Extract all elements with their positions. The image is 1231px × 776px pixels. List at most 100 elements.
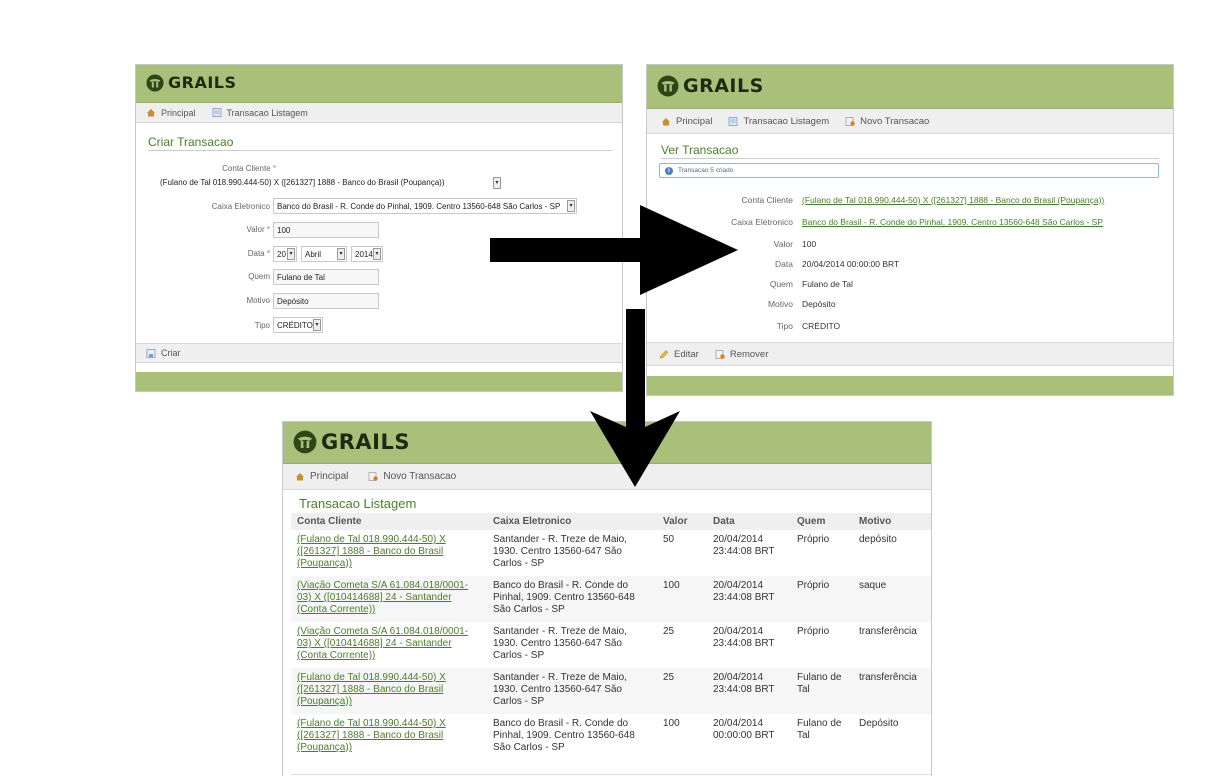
nav-transacao-listagem[interactable]: Transacao Listagem: [212, 108, 308, 118]
table-cell-data: 20/04/2014 23:44:08 BRT: [707, 576, 791, 622]
navbar: Principal Transacao Listagem: [136, 103, 622, 123]
table-cell-caixa: Santander - R. Treze de Maio, 1930. Cent…: [487, 530, 657, 576]
show-field-value[interactable]: Banco do Brasil - R. Conde do Pinhal, 19…: [802, 217, 1103, 227]
button-bar: Criar: [136, 343, 622, 363]
table-cell-motivo: Depósito: [853, 714, 931, 760]
table-cell-valor: 25: [657, 622, 707, 668]
year-dropdown-icon[interactable]: ▾: [373, 248, 381, 260]
table-cell-quem: Próprio: [791, 530, 853, 576]
month-dropdown-icon[interactable]: ▾: [337, 248, 345, 260]
tipo-dropdown-icon[interactable]: ▾: [313, 319, 321, 331]
title-rule: [148, 150, 612, 151]
criar-button[interactable]: Criar: [146, 348, 181, 358]
grails-logo-icon: [657, 75, 679, 97]
column-header-data[interactable]: Data: [707, 513, 791, 530]
table-cell-valor: 100: [657, 714, 707, 760]
delete-icon: [715, 349, 725, 359]
conta-cliente-value: (Fulano de Tal 018.990.444-50) X ([26132…: [160, 178, 445, 187]
title-rule: [661, 158, 1159, 159]
show-field-label: Data: [775, 259, 793, 269]
brand-name: GRAILS: [683, 75, 764, 97]
month-select[interactable]: Abril ▾: [301, 246, 347, 262]
show-field-value: 100: [802, 239, 817, 249]
quem-input[interactable]: Fulano de Tal: [273, 269, 379, 285]
show-field-label: Caixa Eletronico: [731, 217, 793, 227]
remover-button[interactable]: Remover: [715, 349, 768, 360]
table-cell-quem: Próprio: [791, 576, 853, 622]
quem-label: Quem: [248, 272, 270, 281]
nav-transacao-listagem[interactable]: Transacao Listagem: [728, 116, 829, 127]
table-row: (Viação Cometa S/A 61.084.018/0001-03) X…: [291, 622, 931, 668]
criar-button-label: Criar: [161, 348, 181, 358]
message-box: i Transacao 5 criado: [659, 163, 1159, 178]
table-cell-conta[interactable]: (Fulano de Tal 018.990.444-50) X ([26132…: [291, 530, 487, 576]
conta-cliente-dropdown-icon[interactable]: ▾: [493, 177, 501, 189]
motivo-input[interactable]: Depósito: [273, 293, 379, 309]
column-header-valor[interactable]: Valor: [657, 513, 707, 530]
table-bottom-rule: [291, 774, 931, 775]
list-icon: [728, 116, 738, 126]
tipo-select[interactable]: CRÉDITO ▾: [273, 317, 323, 333]
column-header-quem[interactable]: Quem: [791, 513, 853, 530]
show-field-label: Valor: [773, 239, 793, 249]
table-cell-valor: 25: [657, 668, 707, 714]
motivo-label: Motivo: [246, 296, 270, 305]
brand-name: GRAILS: [321, 430, 410, 454]
table-cell-caixa: Santander - R. Treze de Maio, 1930. Cent…: [487, 668, 657, 714]
home-icon: [661, 117, 671, 126]
table-cell-conta[interactable]: (Fulano de Tal 018.990.444-50) X ([26132…: [291, 668, 487, 714]
day-select[interactable]: 20 ▾: [273, 246, 297, 262]
table-cell-quem: Próprio: [791, 622, 853, 668]
table-cell-data: 20/04/2014 00:00:00 BRT: [707, 714, 791, 760]
nav-novo-transacao[interactable]: Novo Transacao: [845, 116, 929, 127]
nav-principal[interactable]: Principal: [295, 471, 348, 482]
table-cell-motivo: depósito: [853, 530, 931, 576]
table-cell-caixa: Santander - R. Treze de Maio, 1930. Cent…: [487, 622, 657, 668]
footer-bar: [647, 376, 1173, 395]
year-select[interactable]: 2014 ▾: [351, 246, 383, 262]
table-header-row: Conta Cliente Caixa Eletronico Valor Dat…: [291, 513, 931, 530]
show-field-label: Conta Cliente: [741, 195, 793, 205]
table-row: (Fulano de Tal 018.990.444-50) X ([26132…: [291, 668, 931, 714]
nav-novo-transacao[interactable]: Novo Transacao: [368, 471, 456, 482]
table-cell-quem: Fulano de Tal: [791, 668, 853, 714]
show-field-value[interactable]: (Fulano de Tal 018.990.444-50) X ([26132…: [802, 195, 1104, 205]
table-row: (Viação Cometa S/A 61.084.018/0001-03) X…: [291, 576, 931, 622]
header-bar: GRAILS: [647, 65, 1173, 109]
nav-principal[interactable]: Principal: [661, 116, 712, 127]
list-icon: [212, 108, 222, 117]
table-cell-motivo: transferência: [853, 622, 931, 668]
arrow-down-icon: [590, 309, 680, 487]
table-cell-motivo: saque: [853, 576, 931, 622]
conta-cliente-label: Conta Cliente *: [222, 164, 276, 173]
grails-logo: GRAILS: [293, 430, 410, 454]
nav-transacao-listagem-label: Transacao Listagem: [743, 115, 830, 127]
grails-logo: GRAILS: [146, 73, 237, 92]
table-cell-conta[interactable]: (Viação Cometa S/A 61.084.018/0001-03) X…: [291, 622, 487, 668]
save-icon: [146, 348, 156, 358]
table-cell-conta[interactable]: (Fulano de Tal 018.990.444-50) X ([26132…: [291, 714, 487, 760]
button-bar: Editar Remover: [647, 342, 1173, 366]
day-dropdown-icon[interactable]: ▾: [287, 248, 295, 260]
column-header-conta[interactable]: Conta Cliente: [291, 513, 487, 530]
table-cell-data: 20/04/2014 23:44:08 BRT: [707, 668, 791, 714]
data-label: Data *: [247, 249, 270, 258]
home-icon: [295, 472, 305, 481]
column-header-caixa[interactable]: Caixa Eletronico: [487, 513, 657, 530]
grails-logo-icon: [293, 430, 317, 454]
conta-cliente-select[interactable]: (Fulano de Tal 018.990.444-50) X ([26132…: [160, 175, 504, 191]
table-cell-data: 20/04/2014 23:44:08 BRT: [707, 530, 791, 576]
valor-input[interactable]: 100: [273, 222, 379, 238]
column-header-motivo[interactable]: Motivo: [853, 513, 931, 530]
table-cell-conta[interactable]: (Viação Cometa S/A 61.084.018/0001-03) X…: [291, 576, 487, 622]
arrow-right-icon: [490, 205, 738, 295]
show-field-label: Quem: [769, 279, 793, 289]
show-field-label: Tipo: [776, 321, 793, 331]
page-title: Criar Transacao: [148, 135, 234, 149]
tipo-label: Tipo: [254, 321, 270, 330]
page-title: Ver Transacao: [661, 143, 739, 157]
show-field-label: Motivo: [767, 299, 793, 309]
nav-principal[interactable]: Principal: [146, 108, 196, 118]
add-icon: [368, 472, 379, 481]
nav-novo-transacao-label: Novo Transacao: [860, 115, 930, 127]
